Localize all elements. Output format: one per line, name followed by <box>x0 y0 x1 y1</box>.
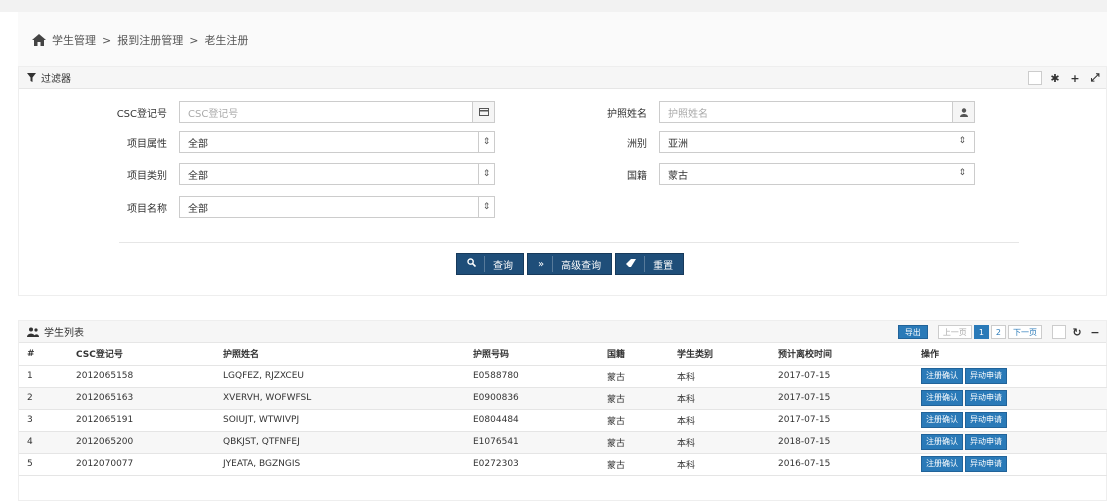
change-apply-button[interactable]: 异动申请 <box>965 456 1007 472</box>
list-panel-title: 学生列表 <box>44 328 84 339</box>
project-attr-label: 项目属性 <box>127 138 167 150</box>
panel-toggle-box[interactable] <box>1028 71 1042 85</box>
change-apply-button[interactable]: 异动申请 <box>965 368 1007 384</box>
sort-caret-icon: ⇕ <box>478 164 494 184</box>
filter-panel-header: 过滤器 ✱ + ⤢ <box>19 67 1106 89</box>
register-confirm-button[interactable]: 注册确认 <box>921 456 963 472</box>
users-icon <box>27 327 39 337</box>
table-row: 4 2012065200 QBKJST, QTFNFEJ E1076541 蒙古… <box>19 431 1107 454</box>
gear-icon[interactable]: ✱ <box>1048 71 1062 85</box>
plus-icon[interactable]: + <box>1068 71 1082 85</box>
col-no: # <box>19 343 76 366</box>
reset-button[interactable]: 重置 <box>615 253 685 275</box>
sort-caret-icon: ⇕ <box>958 168 966 178</box>
sort-caret-icon: ⇕ <box>478 132 494 152</box>
student-table: # CSC登记号 护照姓名 护照号码 国籍 学生类别 预计离校时间 操作 1 2… <box>19 343 1107 476</box>
continent-label: 洲别 <box>627 138 647 150</box>
panel-toggle-box[interactable] <box>1052 325 1066 339</box>
col-nation: 国籍 <box>607 343 677 366</box>
filter-actions: 查询 » 高级查询 重置 <box>456 253 685 275</box>
table-row: 5 2012070077 JYEATA, BGZNGIS E0272303 蒙古… <box>19 453 1107 476</box>
page-2-button[interactable]: 2 <box>990 325 1006 339</box>
filter-panel-title: 过滤器 <box>41 74 71 85</box>
col-name: 护照姓名 <box>223 343 473 366</box>
user-icon <box>952 102 974 122</box>
export-button[interactable]: 导出 <box>897 325 928 339</box>
breadcrumb-item-registration[interactable]: 报到注册管理 <box>117 32 183 48</box>
col-passport: 护照号码 <box>473 343 607 366</box>
pagination: 上一页 1 2 下一页 <box>937 325 1042 339</box>
project-type-select[interactable]: 全部 ⇕ <box>179 163 495 185</box>
refresh-icon[interactable]: ↻ <box>1070 325 1084 339</box>
advanced-query-button[interactable]: » 高级查询 <box>527 253 613 275</box>
change-apply-button[interactable]: 异动申请 <box>965 434 1007 450</box>
breadcrumb-item-returning: 老生注册 <box>204 34 249 47</box>
change-apply-button[interactable]: 异动申请 <box>965 390 1007 406</box>
csc-input[interactable]: CSC登记号 <box>179 101 495 123</box>
minus-icon[interactable]: − <box>1088 325 1102 339</box>
project-attr-select[interactable]: 全部 ⇕ <box>179 131 495 153</box>
table-header-row: # CSC登记号 护照姓名 护照号码 国籍 学生类别 预计离校时间 操作 <box>19 343 1107 366</box>
card-icon <box>472 102 494 122</box>
sort-caret-icon: ⇕ <box>478 197 494 217</box>
filter-panel: 过滤器 ✱ + ⤢ CSC登记号 CSC登记号 护照姓名 护照姓名 项目属性 全… <box>18 66 1107 296</box>
register-confirm-button[interactable]: 注册确认 <box>921 368 963 384</box>
project-name-select[interactable]: 全部 ⇕ <box>179 196 495 218</box>
breadcrumb-separator: > <box>189 33 199 47</box>
home-icon[interactable] <box>32 34 46 46</box>
student-list-panel: 学生列表 导出 上一页 1 2 下一页 ↻ − # CSC登记号 护照姓名 护照… <box>18 320 1107 501</box>
passport-name-label: 护照姓名 <box>607 108 647 120</box>
expand-icon[interactable]: ⤢ <box>1088 71 1102 85</box>
register-confirm-button[interactable]: 注册确认 <box>921 390 963 406</box>
funnel-icon <box>27 73 36 82</box>
page-1-button[interactable]: 1 <box>973 325 989 339</box>
project-type-label: 项目类别 <box>127 170 167 182</box>
filter-divider <box>119 242 1019 243</box>
table-row: 3 2012065191 SOIUJT, WTWIVPJ E0804484 蒙古… <box>19 409 1107 432</box>
breadcrumb-item-student-mgmt[interactable]: 学生管理 <box>52 32 96 48</box>
query-button[interactable]: 查询 <box>456 253 524 275</box>
sort-caret-icon: ⇕ <box>958 136 966 146</box>
next-page-button[interactable]: 下一页 <box>1008 325 1042 339</box>
col-action: 操作 <box>921 343 1107 366</box>
register-confirm-button[interactable]: 注册确认 <box>921 412 963 428</box>
top-strip <box>0 0 1107 12</box>
csc-label: CSC登记号 <box>116 108 167 120</box>
col-csc: CSC登记号 <box>76 343 223 366</box>
chevron-down-icon: » <box>538 258 545 270</box>
col-type: 学生类别 <box>677 343 778 366</box>
breadcrumb: 学生管理 > 报到注册管理 > 老生注册 <box>32 32 248 48</box>
prev-page-button[interactable]: 上一页 <box>937 325 972 339</box>
project-name-label: 项目名称 <box>127 203 167 215</box>
col-leave: 预计离校时间 <box>778 343 921 366</box>
passport-name-input[interactable]: 护照姓名 <box>659 101 975 123</box>
eraser-icon <box>626 258 637 270</box>
search-icon <box>467 258 477 270</box>
table-row: 2 2012065163 XVERVH, WOFWFSL E0900836 蒙古… <box>19 387 1107 410</box>
register-confirm-button[interactable]: 注册确认 <box>921 434 963 450</box>
change-apply-button[interactable]: 异动申请 <box>965 412 1007 428</box>
breadcrumb-separator: > <box>102 33 112 47</box>
continent-select[interactable]: 亚洲 ⇕ <box>659 131 975 153</box>
table-row: 1 2012065158 LGQFEZ, RJZXCEU E0588780 蒙古… <box>19 365 1107 388</box>
nationality-select[interactable]: 蒙古 ⇕ <box>659 163 975 185</box>
list-panel-header: 学生列表 导出 上一页 1 2 下一页 ↻ − <box>19 321 1106 343</box>
nationality-label: 国籍 <box>627 170 647 182</box>
